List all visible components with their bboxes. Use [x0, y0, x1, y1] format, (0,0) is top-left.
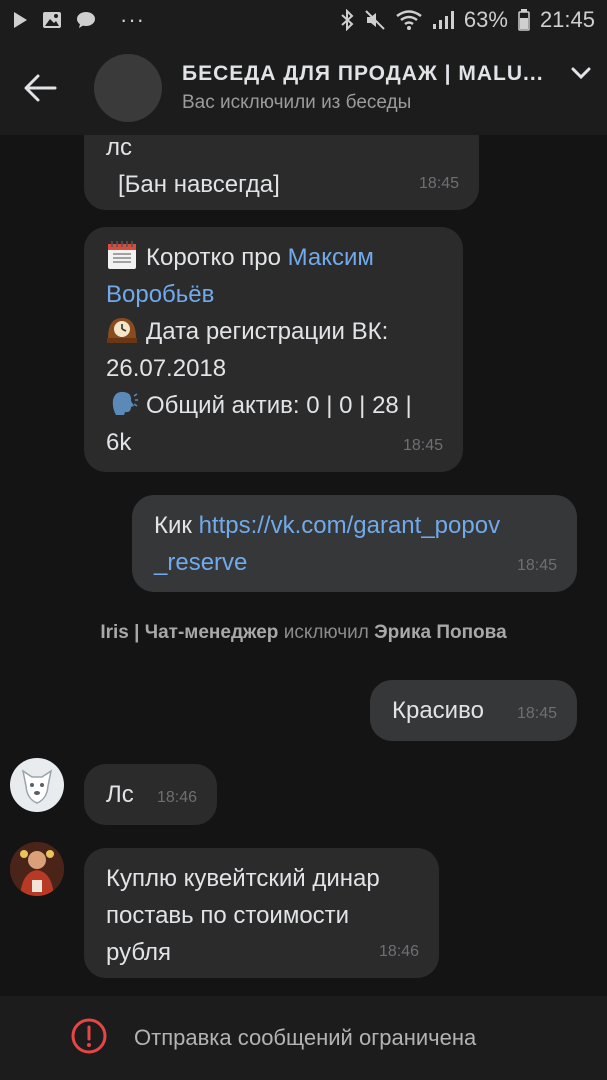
message-link[interactable]: https://vk.com/garant_popov: [199, 512, 501, 539]
mute-icon: [364, 9, 386, 31]
message-list[interactable]: лс [Бан навсегда] 18:45 Коротко про Макс…: [0, 135, 607, 995]
sender-avatar[interactable]: [10, 842, 64, 896]
message-bubble[interactable]: Коротко про Максим Воробьёв Дата регистр…: [84, 227, 463, 472]
signal-icon: [432, 10, 454, 30]
message-text: Кик: [154, 512, 192, 539]
speaking-head-icon: [106, 388, 138, 418]
sender-avatar[interactable]: [10, 758, 64, 812]
user-mention-link[interactable]: Воробьёв: [106, 276, 441, 313]
message-text: Дата регистрации ВК:: [146, 318, 389, 345]
chat-header: БЕСЕДА ДЛЯ ПРОДАЖ | MALU... Вас исключил…: [0, 40, 607, 135]
message-text: Коротко про: [146, 244, 281, 271]
play-icon: [12, 11, 28, 29]
message-time: 18:45: [516, 557, 557, 574]
message-link[interactable]: _reserve: [154, 544, 555, 581]
message-text: Куплю кувейтский динар: [106, 865, 380, 892]
target-name[interactable]: Эрика Попова: [374, 622, 507, 643]
calendar-icon: [106, 240, 138, 270]
message-time: 18:45: [418, 175, 459, 192]
message-text: Лс: [106, 781, 134, 808]
actor-role: Чат-менеджер: [144, 622, 279, 643]
chat-info[interactable]: БЕСЕДА ДЛЯ ПРОДАЖ | MALU... Вас исключил…: [182, 62, 552, 114]
message-time: 18:45: [516, 705, 557, 722]
message-text: 26.07.2018: [106, 355, 227, 382]
message-time: 18:45: [402, 437, 443, 454]
message-text: рубля: [106, 939, 172, 966]
system-action: исключил: [283, 622, 369, 643]
chat-avatar[interactable]: [94, 53, 162, 122]
message-time: 18:46: [156, 789, 197, 806]
battery-percent: 63%: [463, 7, 508, 32]
chat-title: БЕСЕДА ДЛЯ ПРОДАЖ | MALU...: [182, 61, 544, 85]
message-bubble[interactable]: Куплю кувейтский динар поставь по стоимо…: [84, 848, 439, 978]
actor-name[interactable]: Iris: [100, 622, 129, 643]
back-button[interactable]: [0, 40, 80, 135]
clock: 21:45: [539, 7, 595, 32]
system-message: Iris | Чат-менеджер исключил Эрика Попов…: [0, 622, 607, 644]
chat-menu-button[interactable]: [571, 66, 591, 85]
dog-avatar-icon: [21, 769, 53, 804]
message-text: 6k: [106, 429, 132, 456]
separator: |: [134, 622, 140, 643]
restriction-text: Отправка сообщений ограничена: [134, 1025, 477, 1050]
messaging-restricted-bar: Отправка сообщений ограничена: [0, 996, 607, 1080]
message-bubble[interactable]: Лс 18:46: [84, 764, 217, 825]
chat-notification-icon: [76, 11, 96, 29]
mantelpiece-clock-icon: [106, 314, 138, 344]
error-icon: [70, 1017, 108, 1060]
chat-subtitle: Вас исключили из беседы: [182, 91, 412, 113]
user-mention-link[interactable]: Максим: [288, 244, 374, 271]
more-notifications-indicator: ···: [120, 7, 145, 32]
message-bubble[interactable]: Красиво 18:45: [370, 680, 577, 741]
message-text: лс: [106, 135, 133, 161]
gallery-icon: [42, 11, 62, 29]
bluetooth-icon: [340, 9, 354, 31]
profile-photo-icon: [10, 842, 64, 896]
message-text: [Бан навсегда]: [118, 171, 280, 198]
message-text: Общий актив: 0 | 0 | 28 |: [146, 392, 412, 419]
message-text: поставь по стоимости: [106, 902, 350, 929]
status-bar: ··· 63% 21:45: [0, 0, 607, 40]
chevron-down-icon: [571, 67, 591, 80]
message-text: Красиво: [392, 697, 484, 724]
message-bubble[interactable]: лс [Бан навсегда] 18:45: [84, 135, 479, 210]
wifi-icon: [396, 10, 422, 30]
message-bubble[interactable]: Кик https://vk.com/garant_popov _reserve…: [132, 495, 577, 592]
message-time: 18:46: [378, 943, 419, 960]
battery-icon: [518, 9, 530, 31]
arrow-left-icon: [24, 74, 57, 101]
